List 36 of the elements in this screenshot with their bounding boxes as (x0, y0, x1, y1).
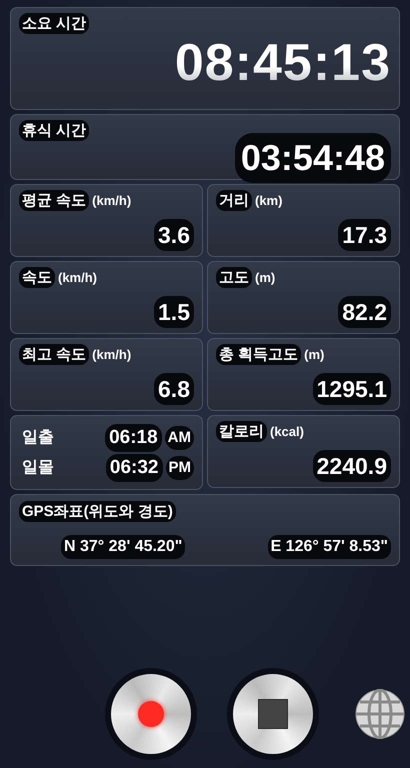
longitude-value: E 126° 57' 8.53" (268, 535, 391, 559)
stat-value: 82.2 (338, 296, 391, 328)
stat-value: 1295.1 (312, 373, 391, 405)
unit-label: (km/h) (92, 193, 132, 208)
unit-label: (kcal) (270, 424, 304, 439)
unit-label: (km/h) (92, 347, 132, 362)
unit-label: (m) (255, 270, 276, 285)
time-period: PM (166, 456, 194, 480)
card-label: 평균 속도 (19, 190, 90, 211)
card-label: 최고 속도 (19, 344, 90, 365)
stat-value: 3.6 (154, 219, 194, 251)
card-label: 고도 (216, 267, 252, 288)
rest-time: 03:54:48 (234, 133, 391, 183)
latitude-value: N 37° 28' 45.20" (61, 535, 186, 559)
stat-value: 6.8 (154, 373, 194, 405)
sun-time: 06:32 (106, 454, 162, 482)
card-label: 휴식 시간 (19, 120, 90, 141)
card-label: 칼로리 (216, 421, 267, 442)
card-label: 거리 (216, 190, 252, 211)
unit-label: (km/h) (58, 270, 97, 285)
stat-value: 17.3 (338, 219, 391, 251)
stat-value: 2240.9 (312, 450, 391, 482)
card-label: 총 획득고도 (216, 344, 302, 365)
globe-icon[interactable] (355, 689, 405, 739)
card-label: 소요 시간 (19, 13, 90, 34)
card-label: 속도 (19, 267, 55, 288)
card-label: GPS좌표(위도와 경도) (19, 501, 176, 522)
sun-time: 06:18 (105, 424, 162, 452)
unit-label: (m) (304, 347, 324, 362)
time-period: AM (164, 426, 194, 450)
sun-label: 일출 (21, 428, 55, 448)
sun-label: 일몰 (21, 458, 55, 478)
unit-label: (km) (255, 193, 282, 208)
record-icon (138, 701, 164, 727)
stat-value: 1.5 (154, 296, 194, 328)
stop-icon (258, 699, 288, 729)
